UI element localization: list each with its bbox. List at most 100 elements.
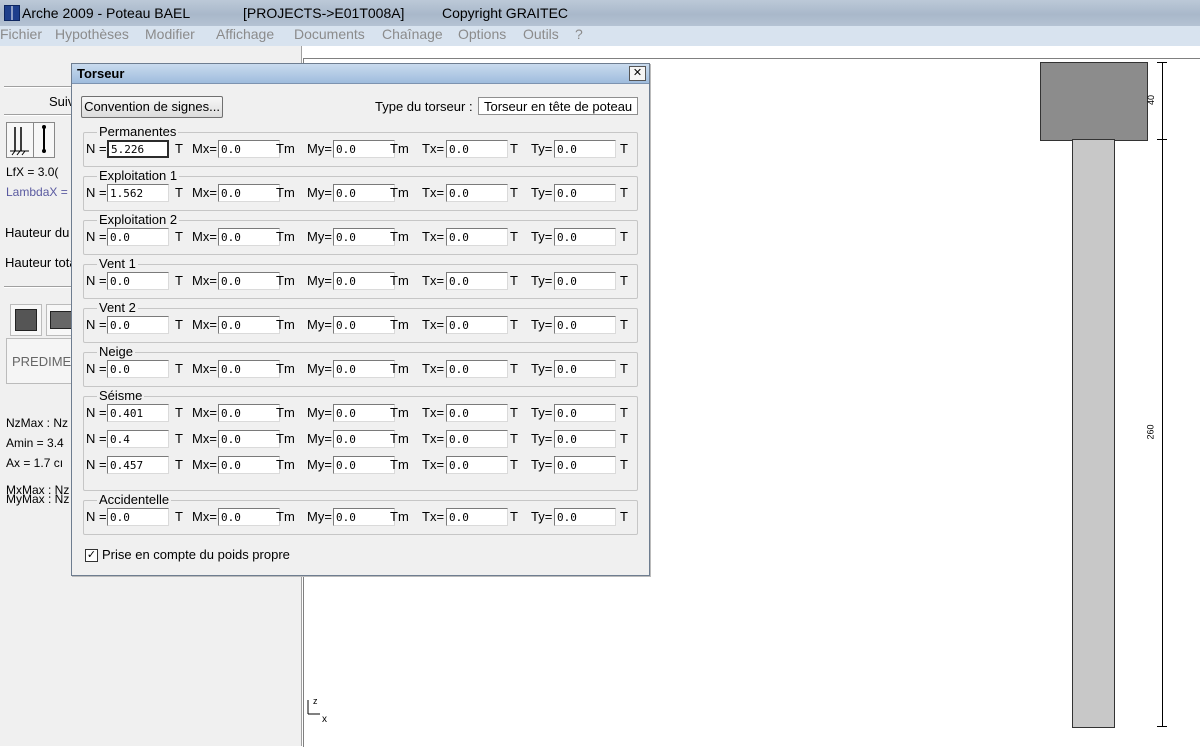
my-input[interactable]: 0.0 <box>333 272 395 290</box>
ty-label: Ty= <box>531 317 553 332</box>
my-input[interactable]: 0.0 <box>333 140 395 158</box>
menu-modifier[interactable]: Modifier <box>145 26 195 42</box>
unit-label: Tm <box>276 185 295 200</box>
tx-label: Tx= <box>422 457 445 472</box>
unit-label: T <box>175 457 183 472</box>
type-torseur-label: Type du torseur : <box>375 99 473 114</box>
unit-label: T <box>175 361 183 376</box>
my-input[interactable]: 0.0 <box>333 456 395 474</box>
menu-help[interactable]: ? <box>575 26 583 42</box>
convention-signes-button[interactable]: Convention de signes... <box>81 96 223 118</box>
unit-label: T <box>620 141 628 156</box>
ty-label: Ty= <box>531 405 553 420</box>
ty-input[interactable]: 0.0 <box>554 272 616 290</box>
tx-input[interactable]: 0.0 <box>446 456 508 474</box>
n-input[interactable]: 0.0 <box>107 228 169 246</box>
predimensionnement-button[interactable]: PREDIME <box>6 338 74 384</box>
ty-input[interactable]: 0.0 <box>554 430 616 448</box>
my-input[interactable]: 0.0 <box>333 508 395 526</box>
close-button[interactable]: ✕ <box>629 66 646 81</box>
n-input[interactable]: 0.0 <box>107 508 169 526</box>
tx-input[interactable]: 0.0 <box>446 360 508 378</box>
ty-input[interactable]: 0.0 <box>554 404 616 422</box>
ty-input[interactable]: 0.0 <box>554 360 616 378</box>
lambdax-value: LambdaX = <box>6 185 68 199</box>
menu-options[interactable]: Options <box>458 26 506 42</box>
unit-label: T <box>510 317 518 332</box>
mx-label: Mx= <box>192 185 217 200</box>
n-input[interactable]: 5.226 <box>107 140 169 158</box>
mx-input[interactable]: 0.0 <box>218 184 280 202</box>
tx-input[interactable]: 0.0 <box>446 228 508 246</box>
tx-input[interactable]: 0.0 <box>446 508 508 526</box>
support-type-button-2[interactable] <box>33 122 55 158</box>
tx-input[interactable]: 0.0 <box>446 140 508 158</box>
mx-input[interactable]: 0.0 <box>218 456 280 474</box>
dimension-shaft-label: 260 <box>1145 424 1156 440</box>
load-group-title: Accidentelle <box>97 492 172 507</box>
menu-hypotheses[interactable]: Hypothèses <box>55 26 129 42</box>
my-input[interactable]: 0.0 <box>333 228 395 246</box>
tx-input[interactable]: 0.0 <box>446 404 508 422</box>
unit-label: T <box>620 431 628 446</box>
unit-label: T <box>510 509 518 524</box>
unit-label: T <box>175 229 183 244</box>
unit-label: Tm <box>390 361 409 376</box>
my-input[interactable]: 0.0 <box>333 184 395 202</box>
self-weight-checkbox[interactable]: ✓ <box>85 549 98 562</box>
support-type-button-1[interactable] <box>6 122 34 158</box>
load-group: Exploitation 1N = 1.562 T Mx= 0.0 Tm My= 0.0 Tm T… <box>83 168 638 211</box>
menu-affichage[interactable]: Affichage <box>216 26 274 42</box>
menu-chainage[interactable]: Chaînage <box>382 26 443 42</box>
my-input[interactable]: 0.0 <box>333 430 395 448</box>
tx-input[interactable]: 0.0 <box>446 316 508 334</box>
section-rect2-button[interactable] <box>46 304 74 336</box>
ty-input[interactable]: 0.0 <box>554 508 616 526</box>
mx-input[interactable]: 0.0 <box>218 140 280 158</box>
tx-input[interactable]: 0.0 <box>446 184 508 202</box>
app-icon[interactable] <box>4 5 20 21</box>
mx-input[interactable]: 0.0 <box>218 316 280 334</box>
n-input[interactable]: 0.457 <box>107 456 169 474</box>
menu-outils[interactable]: Outils <box>523 26 559 42</box>
mx-input[interactable]: 0.0 <box>218 430 280 448</box>
my-label: My= <box>307 457 332 472</box>
ty-input[interactable]: 0.0 <box>554 184 616 202</box>
my-input[interactable]: 0.0 <box>333 360 395 378</box>
mx-input[interactable]: 0.0 <box>218 272 280 290</box>
axis-x-label: x <box>322 714 327 725</box>
n-input[interactable]: 1.562 <box>107 184 169 202</box>
ty-input[interactable]: 0.0 <box>554 228 616 246</box>
load-group: Accidentelle N = 0.0 T Mx= 0.0 Tm My= 0.0 Tm Tx= 0.… <box>83 492 638 535</box>
unit-label: Tm <box>276 509 295 524</box>
n-input[interactable]: 0.0 <box>107 360 169 378</box>
mx-input[interactable]: 0.0 <box>218 404 280 422</box>
unit-label: Tm <box>276 457 295 472</box>
menu-documents[interactable]: Documents <box>294 26 365 42</box>
my-input[interactable]: 0.0 <box>333 316 395 334</box>
unit-label: Tm <box>390 229 409 244</box>
ty-input[interactable]: 0.0 <box>554 140 616 158</box>
tx-input[interactable]: 0.0 <box>446 430 508 448</box>
n-input[interactable]: 0.0 <box>107 272 169 290</box>
ty-input[interactable]: 0.0 <box>554 316 616 334</box>
n-label: N = <box>86 431 107 446</box>
mx-input[interactable]: 0.0 <box>218 360 280 378</box>
window-title-bar[interactable]: Arche 2009 - Poteau BAEL [PROJECTS->E01T… <box>0 0 1200 27</box>
n-input[interactable]: 0.0 <box>107 316 169 334</box>
unit-label: T <box>510 141 518 156</box>
mx-input[interactable]: 0.0 <box>218 508 280 526</box>
menu-fichier[interactable]: Fichier <box>0 26 42 42</box>
type-torseur-field[interactable]: Torseur en tête de poteau <box>478 97 638 115</box>
section-rect-button[interactable] <box>10 304 42 336</box>
my-input[interactable]: 0.0 <box>333 404 395 422</box>
mx-input[interactable]: 0.0 <box>218 228 280 246</box>
dialog-title-bar[interactable]: Torseur ✕ <box>72 64 649 84</box>
ty-input[interactable]: 0.0 <box>554 456 616 474</box>
unit-label: T <box>175 509 183 524</box>
tx-input[interactable]: 0.0 <box>446 272 508 290</box>
n-input[interactable]: 0.4 <box>107 430 169 448</box>
window-title-copyright: Copyright GRAITEC <box>442 5 569 21</box>
close-icon: ✕ <box>632 67 643 79</box>
n-input[interactable]: 0.401 <box>107 404 169 422</box>
